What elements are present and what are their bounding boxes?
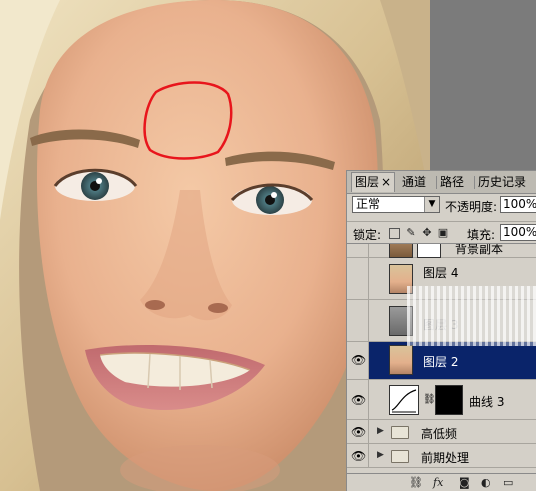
lock-all-icon[interactable]: ▣ (437, 227, 449, 239)
adjustment-icon[interactable]: ◐ (481, 476, 491, 490)
lock-move-icon[interactable]: ✥ (421, 227, 433, 239)
layer-row[interactable]: 图层 3 (347, 300, 536, 342)
layer-actions-bar: ⛓ fx ◙ ◐ ▭ (347, 473, 536, 491)
chevron-down-icon[interactable]: ▼ (424, 197, 439, 212)
panel-tabs: 图层 × 通道 路径 历史记录 (347, 171, 536, 194)
layer-list[interactable]: 背景副本 图层 4 图层 3 👁 图层 2 👁 ⛓ 曲线 3 👁 ▶ 高低频 👁… (347, 243, 536, 474)
layer-name: 图层 2 (423, 355, 459, 369)
layer-row[interactable]: 背景副本 (347, 244, 536, 258)
layer-group-row[interactable]: 👁 ▶ 高低频 (347, 420, 536, 444)
eye-icon: 👁 (351, 393, 367, 407)
expand-arrow-icon[interactable]: ▶ (377, 426, 384, 436)
visibility-toggle[interactable]: 👁 (347, 380, 369, 419)
lock-label: 锁定: (353, 228, 382, 242)
group-name: 高低频 (421, 427, 458, 441)
mask-icon[interactable]: ◙ (459, 476, 470, 490)
curves-adjustment-icon (389, 385, 419, 415)
visibility-toggle[interactable]: 👁 (347, 444, 369, 467)
layer-row[interactable]: 👁 ⛓ 曲线 3 (347, 380, 536, 420)
opacity-input[interactable]: 100% (500, 196, 536, 213)
tab-paths[interactable]: 路径 (437, 173, 467, 192)
blend-row: 正常 ▼ 不透明度: 100% (347, 194, 536, 218)
layer-mask-thumbnail (435, 385, 463, 415)
folder-icon (391, 426, 409, 439)
eye-icon: 👁 (351, 353, 367, 367)
fx-icon[interactable]: fx (433, 476, 443, 490)
layer-name: 曲线 3 (469, 395, 505, 409)
folder-icon (391, 450, 409, 463)
tab-channels[interactable]: 通道 (399, 173, 429, 192)
eye-icon: 👁 (351, 449, 367, 463)
layer-thumbnail (389, 345, 413, 375)
layer-row[interactable]: 图层 4 (347, 258, 536, 300)
layer-name: 图层 3 (423, 318, 459, 332)
visibility-toggle[interactable] (347, 300, 369, 341)
expand-arrow-icon[interactable]: ▶ (377, 450, 384, 460)
blend-mode-select[interactable]: 正常 ▼ (352, 196, 440, 213)
lock-row: 锁定: ✎ ✥ ▣ 填充: 100% (347, 221, 536, 244)
layer-thumbnail (389, 244, 413, 258)
layer-name: 背景副本 (455, 243, 504, 256)
tab-history[interactable]: 历史记录 (475, 173, 529, 192)
layer-thumbnail (389, 264, 413, 294)
eye-icon: 👁 (351, 425, 367, 439)
fill-input[interactable]: 100% (500, 224, 536, 241)
link-icon[interactable]: ⛓ (409, 476, 423, 490)
layer-row[interactable]: 👁 图层 2 (347, 342, 536, 380)
lock-brush-icon[interactable]: ✎ (405, 227, 417, 239)
layers-panel: 图层 × 通道 路径 历史记录 正常 ▼ 不透明度: 100% 锁定: ✎ ✥ ▣… (346, 170, 536, 491)
tab-layers[interactable]: 图层 × (351, 172, 396, 192)
tab-close-icon[interactable]: × (381, 175, 391, 189)
lock-transparency-icon[interactable] (389, 228, 400, 239)
layer-mask-thumbnail (417, 244, 441, 258)
fill-label: 填充: (467, 228, 496, 242)
layer-thumbnail (389, 306, 413, 336)
visibility-toggle[interactable] (347, 258, 369, 299)
opacity-label: 不透明度: (445, 200, 498, 214)
layer-group-row[interactable]: 👁 ▶ 前期处理 (347, 444, 536, 468)
visibility-toggle[interactable]: 👁 (347, 342, 369, 379)
folder-icon[interactable]: ▭ (503, 476, 513, 490)
visibility-toggle[interactable]: 👁 (347, 420, 369, 443)
group-name: 前期处理 (421, 451, 470, 465)
visibility-toggle[interactable] (347, 244, 369, 257)
chain-link-icon[interactable]: ⛓ (423, 394, 436, 405)
layer-name: 图层 4 (423, 266, 459, 280)
